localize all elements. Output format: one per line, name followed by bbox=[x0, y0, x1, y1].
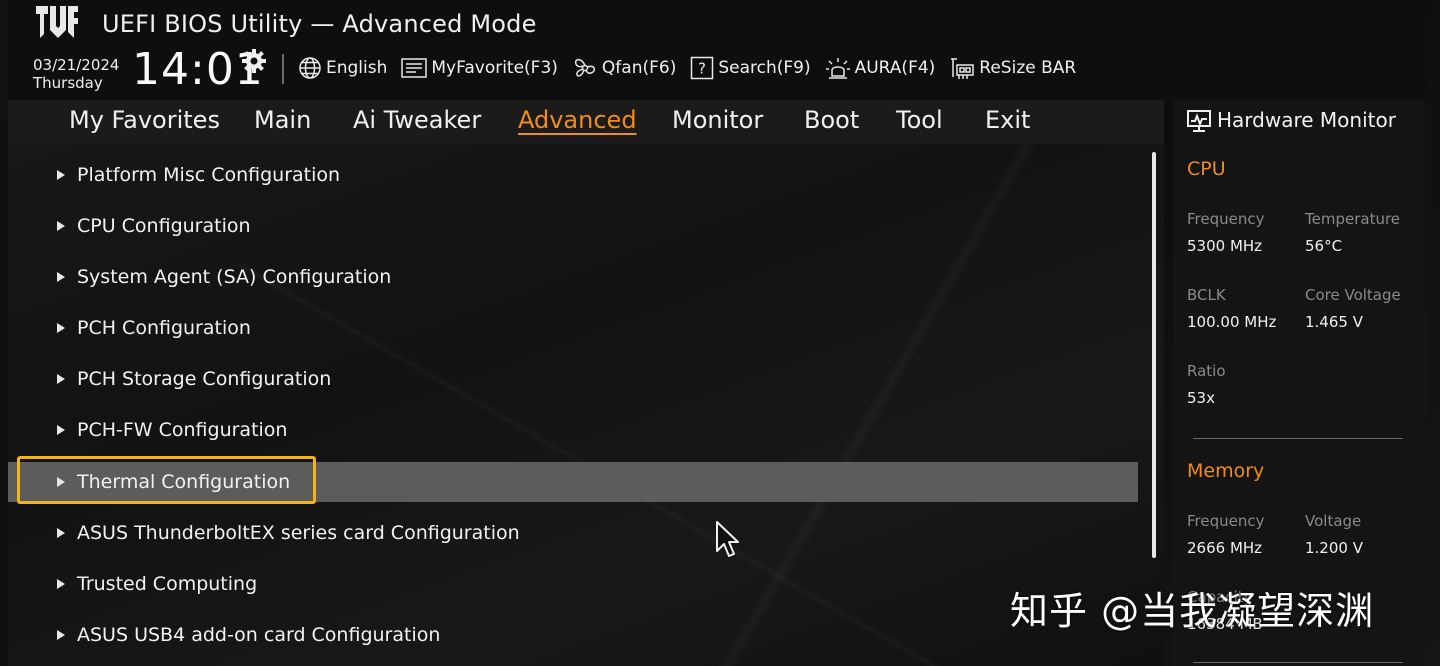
chevron-right-icon bbox=[57, 477, 65, 487]
chevron-right-icon bbox=[57, 323, 65, 333]
tab-main[interactable]: Main bbox=[254, 106, 311, 134]
memory-voltage-value: 1.200 V bbox=[1305, 539, 1363, 557]
list-icon bbox=[401, 58, 428, 78]
tab-my-favorites[interactable]: My Favorites bbox=[69, 106, 220, 134]
memory-section-title: Memory bbox=[1187, 460, 1265, 482]
advanced-menu-panel: Platform Misc Configuration CPU Configur… bbox=[8, 144, 1164, 666]
ratio-value: 53x bbox=[1187, 389, 1215, 407]
menu-item-label: PCH Storage Configuration bbox=[77, 368, 332, 390]
cpu-section-title: CPU bbox=[1187, 158, 1226, 180]
section-divider bbox=[1193, 662, 1403, 663]
tab-exit[interactable]: Exit bbox=[985, 106, 1030, 134]
resize-bar-icon bbox=[951, 58, 975, 79]
menu-item-pch-storage[interactable]: PCH Storage Configuration bbox=[8, 359, 1138, 399]
tab-boot[interactable]: Boot bbox=[804, 106, 859, 134]
cpu-temperature-value: 56°C bbox=[1305, 237, 1343, 255]
cpu-frequency-value: 5300 MHz bbox=[1187, 237, 1263, 255]
svg-text:?: ? bbox=[698, 60, 706, 78]
menu-item-system-agent[interactable]: System Agent (SA) Configuration bbox=[8, 257, 1138, 297]
menu-item-platform-misc[interactable]: Platform Misc Configuration bbox=[8, 155, 1138, 195]
chevron-right-icon bbox=[57, 425, 65, 435]
bclk-label: BCLK bbox=[1187, 286, 1226, 304]
search-button[interactable]: ? Search(F9) bbox=[690, 56, 811, 80]
globe-icon bbox=[299, 57, 321, 79]
section-divider bbox=[1193, 438, 1403, 439]
chevron-right-icon bbox=[57, 630, 65, 640]
menu-item-cpu[interactable]: CPU Configuration bbox=[8, 206, 1138, 246]
header-separator bbox=[282, 54, 284, 84]
ratio-label: Ratio bbox=[1187, 362, 1226, 380]
menu-item-label: ASUS ThunderboltEX series card Configura… bbox=[77, 522, 520, 544]
day-text: Thursday bbox=[33, 74, 103, 92]
tab-tool[interactable]: Tool bbox=[896, 106, 943, 134]
menu-item-usb4[interactable]: ASUS USB4 add-on card Configuration bbox=[8, 615, 1138, 655]
menu-item-thermal[interactable]: Thermal Configuration bbox=[8, 462, 1138, 502]
chevron-right-icon bbox=[57, 528, 65, 538]
language-label: English bbox=[326, 58, 388, 78]
date-display: 03/21/2024 Thursday bbox=[33, 56, 119, 92]
question-box-icon: ? bbox=[691, 56, 714, 80]
fan-icon bbox=[574, 58, 595, 77]
header-bar: UEFI BIOS Utility — Advanced Mode 03/21/… bbox=[8, 0, 1425, 100]
app-title: UEFI BIOS Utility — Advanced Mode bbox=[102, 10, 537, 38]
resize-bar-button[interactable]: ReSize BAR bbox=[949, 55, 1076, 81]
chevron-right-icon bbox=[57, 272, 65, 282]
cpu-frequency-label: Frequency bbox=[1187, 210, 1265, 228]
menu-item-label: ASUS USB4 add-on card Configuration bbox=[77, 624, 441, 646]
menu-item-label: PCH Configuration bbox=[77, 317, 251, 339]
mouse-pointer-icon bbox=[716, 521, 739, 557]
bclk-value: 100.00 MHz bbox=[1187, 313, 1277, 331]
chevron-right-icon bbox=[57, 221, 65, 231]
bios-screen: UEFI BIOS Utility — Advanced Mode 03/21/… bbox=[0, 0, 1440, 666]
menu-scrollbar[interactable] bbox=[1152, 152, 1156, 558]
gear-icon[interactable] bbox=[241, 48, 267, 74]
resize-bar-label: ReSize BAR bbox=[979, 58, 1077, 78]
menu-item-label: Trusted Computing bbox=[77, 573, 258, 595]
core-voltage-value: 1.465 V bbox=[1305, 313, 1363, 331]
memory-voltage-label: Voltage bbox=[1305, 512, 1362, 530]
chevron-right-icon bbox=[57, 170, 65, 180]
chevron-right-icon bbox=[57, 579, 65, 589]
aura-button[interactable]: AURA(F4) bbox=[825, 56, 936, 80]
menu-item-pch[interactable]: PCH Configuration bbox=[8, 308, 1138, 348]
hardware-monitor-title: Hardware Monitor bbox=[1217, 108, 1396, 132]
aura-light-icon bbox=[825, 58, 850, 79]
monitor-icon bbox=[1187, 110, 1211, 132]
memory-frequency-label: Frequency bbox=[1187, 512, 1265, 530]
myfavorite-label: MyFavorite(F3) bbox=[431, 58, 558, 78]
menu-item-label: PCH-FW Configuration bbox=[77, 419, 288, 441]
date-text: 03/21/2024 bbox=[33, 56, 120, 74]
core-voltage-label: Core Voltage bbox=[1305, 286, 1401, 304]
language-button[interactable]: English bbox=[298, 56, 387, 80]
menu-item-thunderboltex[interactable]: ASUS ThunderboltEX series card Configura… bbox=[8, 513, 1138, 553]
tab-advanced[interactable]: Advanced bbox=[518, 106, 637, 134]
toolbar: English MyFavorite(F3) Qfan(F6) ? Search… bbox=[298, 52, 1090, 84]
qfan-button[interactable]: Qfan(F6) bbox=[572, 55, 676, 81]
chevron-right-icon bbox=[57, 374, 65, 384]
main-tabs: My Favorites Main Ai Tweaker Advanced Mo… bbox=[8, 100, 1164, 144]
menu-item-label: System Agent (SA) Configuration bbox=[77, 266, 392, 288]
menu-item-pch-fw[interactable]: PCH-FW Configuration bbox=[8, 410, 1138, 450]
menu-item-label: CPU Configuration bbox=[77, 215, 251, 237]
cpu-temperature-label: Temperature bbox=[1305, 210, 1401, 228]
memory-frequency-value: 2666 MHz bbox=[1187, 539, 1263, 557]
tab-ai-tweaker[interactable]: Ai Tweaker bbox=[353, 106, 481, 134]
search-label: Search(F9) bbox=[718, 58, 811, 78]
menu-item-label: Platform Misc Configuration bbox=[77, 164, 341, 186]
menu-item-trusted-computing[interactable]: Trusted Computing bbox=[8, 564, 1138, 604]
menu-item-label: Thermal Configuration bbox=[77, 471, 291, 493]
aura-label: AURA(F4) bbox=[854, 58, 936, 78]
myfavorite-button[interactable]: MyFavorite(F3) bbox=[401, 57, 558, 79]
tab-monitor[interactable]: Monitor bbox=[672, 106, 763, 134]
watermark: 知乎 @当我凝望深渊 bbox=[1010, 589, 1375, 633]
qfan-label: Qfan(F6) bbox=[601, 58, 677, 78]
tuf-logo bbox=[36, 6, 78, 38]
